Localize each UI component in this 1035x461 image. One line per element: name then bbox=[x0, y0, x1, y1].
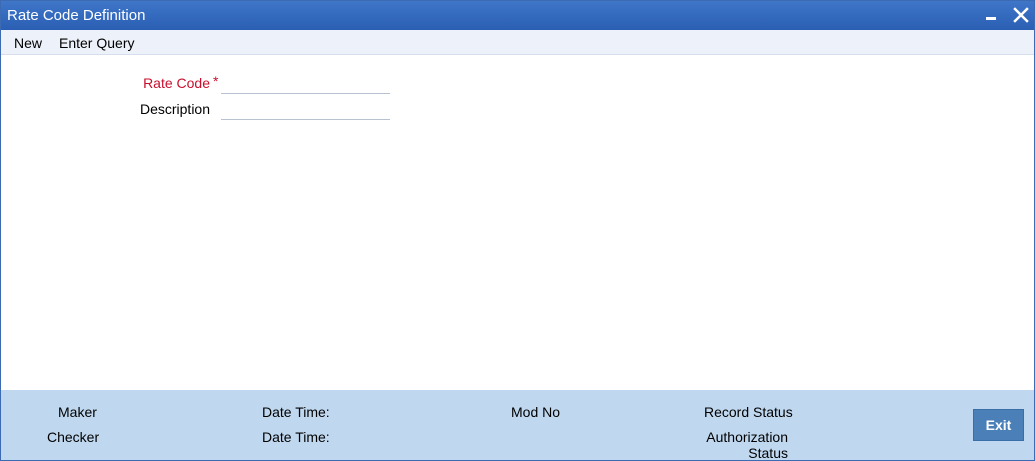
close-icon[interactable] bbox=[1011, 5, 1031, 25]
rate-code-label: Rate Code bbox=[143, 75, 210, 91]
maker-label: Maker bbox=[58, 404, 97, 420]
menu-bar: New Enter Query bbox=[1, 30, 1034, 55]
maker-date-time-label: Date Time: bbox=[262, 404, 330, 420]
minimize-icon[interactable] bbox=[981, 5, 1001, 25]
window-title: Rate Code Definition bbox=[7, 7, 146, 24]
checker-date-time-label: Date Time: bbox=[262, 429, 330, 445]
rate-code-input[interactable] bbox=[221, 74, 390, 94]
enter-query-menu-item[interactable]: Enter Query bbox=[59, 35, 134, 51]
authorization-status-line2: Status bbox=[748, 445, 788, 461]
description-input[interactable] bbox=[221, 100, 390, 120]
mod-no-label: Mod No bbox=[511, 404, 561, 420]
authorization-status-label: Authorization Status bbox=[701, 429, 788, 461]
required-marker: * bbox=[213, 73, 219, 89]
description-label: Description bbox=[139, 101, 210, 117]
authorization-status-line1: Authorization bbox=[706, 429, 788, 445]
rate-code-definition-window: Rate Code Definition New Enter Query Rat… bbox=[0, 0, 1035, 461]
new-menu-item[interactable]: New bbox=[14, 35, 42, 51]
checker-label: Checker bbox=[47, 429, 100, 445]
record-status-label: Record Status bbox=[704, 404, 793, 420]
title-bar: Rate Code Definition bbox=[1, 1, 1034, 30]
audit-footer: Maker Checker Date Time: Date Time: Mod … bbox=[1, 390, 1034, 461]
exit-button[interactable]: Exit bbox=[973, 409, 1024, 441]
